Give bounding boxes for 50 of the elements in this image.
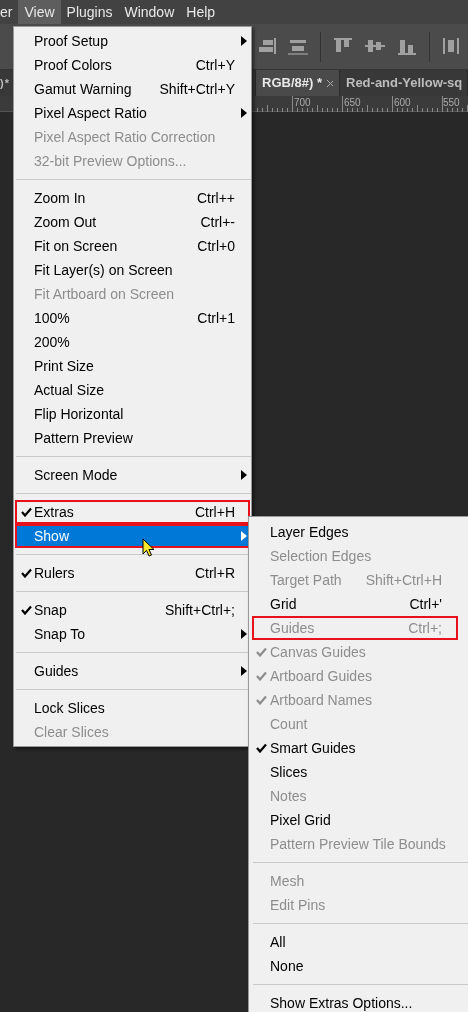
menu-item[interactable]: Grid Ctrl+' bbox=[252, 592, 458, 616]
menu-item[interactable]: None bbox=[252, 954, 458, 978]
menu-item[interactable]: Print Size bbox=[15, 354, 250, 378]
cursor-icon bbox=[142, 538, 155, 557]
menu-item[interactable]: Pixel Grid bbox=[252, 808, 458, 832]
menu-item[interactable]: Proof Setup bbox=[15, 29, 250, 53]
menu-item[interactable]: Fit Layer(s) on Screen bbox=[15, 258, 250, 282]
submenu-arrow-icon bbox=[241, 108, 247, 118]
menu-item[interactable]: Fit on Screen Ctrl+0 bbox=[15, 234, 250, 258]
close-icon[interactable] bbox=[326, 79, 333, 87]
document-tab[interactable]: RGB/8#) * bbox=[256, 70, 340, 96]
menu-bar-item[interactable]: Help bbox=[180, 0, 222, 24]
align-icon[interactable] bbox=[396, 37, 419, 56]
align-icon[interactable] bbox=[287, 37, 310, 56]
menu-item[interactable]: Zoom Out Ctrl+- bbox=[15, 210, 250, 234]
menu-item[interactable]: 200% bbox=[15, 330, 250, 354]
menu-item[interactable]: Smart Guides bbox=[252, 736, 458, 760]
menu-bar-item[interactable]: Plugins bbox=[60, 0, 119, 24]
menu-item[interactable]: Screen Mode bbox=[15, 463, 250, 487]
menu-item[interactable]: Slices bbox=[252, 760, 458, 784]
ruler-label: 700 bbox=[294, 97, 312, 108]
menu-item[interactable]: Snap To bbox=[15, 622, 250, 646]
menu-bar-item[interactable]: View bbox=[18, 0, 61, 24]
submenu-arrow-icon bbox=[241, 629, 247, 639]
menu-item[interactable]: Lock Slices bbox=[15, 696, 250, 720]
menu-bar-item[interactable]: Window bbox=[118, 0, 181, 24]
submenu-arrow-icon bbox=[241, 470, 247, 480]
ruler-label: 650 bbox=[344, 97, 362, 108]
submenu-arrow-icon bbox=[241, 36, 247, 46]
menu-item[interactable]: Pixel Aspect Ratio bbox=[15, 101, 250, 125]
menu-bar-item[interactable]: er bbox=[0, 0, 19, 24]
menu-item[interactable]: Rulers Ctrl+R bbox=[15, 561, 250, 585]
submenu-arrow-icon bbox=[241, 666, 247, 676]
menu-item[interactable]: Layer Edges bbox=[252, 520, 458, 544]
menu-item[interactable]: All bbox=[252, 930, 458, 954]
menu-item[interactable]: Extras Ctrl+H bbox=[15, 500, 250, 524]
menu-item[interactable]: 100% Ctrl+1 bbox=[15, 306, 250, 330]
ruler-label: 550 bbox=[443, 97, 461, 108]
menu-item[interactable]: Actual Size bbox=[15, 378, 250, 402]
menu-item[interactable]: Zoom In Ctrl++ bbox=[15, 186, 250, 210]
menu-item[interactable]: Guides bbox=[15, 659, 250, 683]
submenu-arrow-icon bbox=[241, 531, 247, 541]
menu-item[interactable]: Show Extras Options... bbox=[252, 991, 458, 1012]
menu-item[interactable]: Proof Colors Ctrl+Y bbox=[15, 53, 250, 77]
ruler-label: 600 bbox=[394, 97, 412, 108]
menu-item[interactable]: Gamut Warning Shift+Ctrl+Y bbox=[15, 77, 250, 101]
menu-item[interactable]: Snap Shift+Ctrl+; bbox=[15, 598, 250, 622]
menu-item[interactable]: Pattern Preview bbox=[15, 426, 250, 450]
menu-item[interactable]: Show bbox=[15, 524, 250, 548]
menu-item[interactable]: Flip Horizontal bbox=[15, 402, 250, 426]
